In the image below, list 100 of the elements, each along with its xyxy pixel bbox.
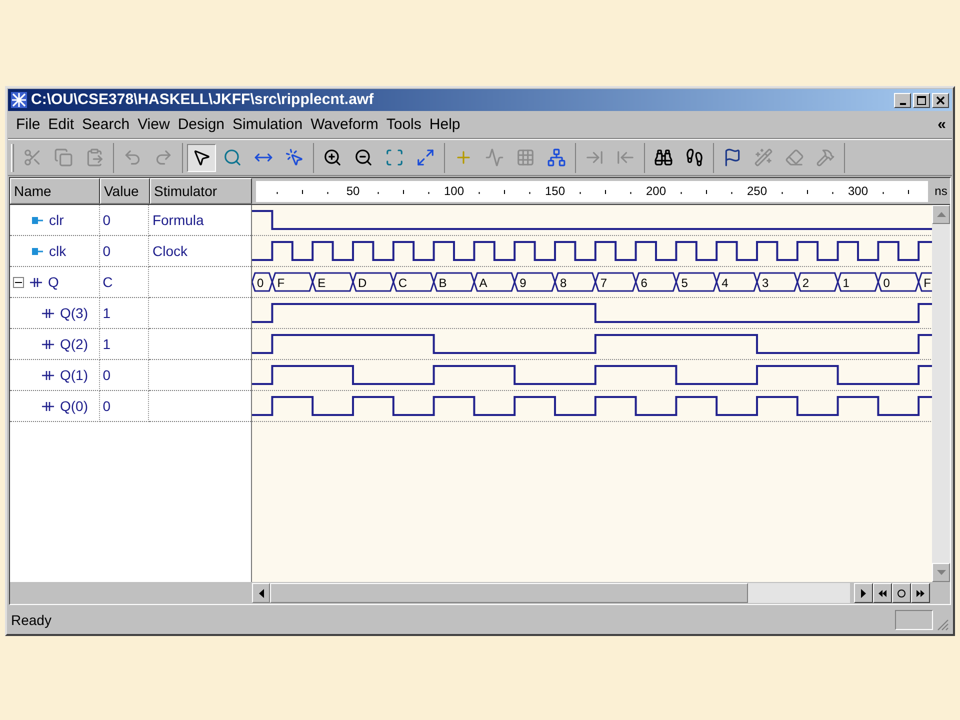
close-button[interactable] (932, 92, 949, 108)
bus-segment: C (392, 272, 435, 292)
bus-segment: 1 (837, 272, 879, 292)
wand-icon (754, 148, 773, 167)
ruler-label: 50 (346, 184, 360, 198)
copy-icon (54, 148, 73, 167)
scroll-nav-button[interactable] (873, 583, 892, 603)
grid-icon (516, 148, 535, 167)
menu-item[interactable]: Edit (44, 114, 78, 137)
menu-item[interactable]: Simulation (228, 114, 307, 137)
signal-port-icon (42, 308, 54, 318)
column-header[interactable]: Name (10, 178, 100, 204)
signal-value: 1 (102, 304, 111, 322)
scroll-nav-button[interactable] (911, 583, 930, 603)
signal-name: Q(1) (60, 366, 88, 385)
arrow-to-line-icon (585, 148, 604, 167)
menu-item[interactable]: Tools (382, 114, 426, 137)
rewind-icon (878, 588, 887, 598)
signal-name: Q (48, 272, 59, 292)
column-header[interactable]: Stimulator (150, 178, 252, 204)
signal-value: C (102, 272, 113, 292)
signal-name: Q(2) (60, 334, 88, 354)
ruler-label: 250 (746, 184, 768, 198)
bus-segment: 5 (675, 272, 718, 292)
signal-port-icon (30, 278, 42, 286)
ruler-label: 150 (544, 184, 566, 198)
close-icon (936, 96, 945, 104)
maximize-button[interactable] (913, 92, 930, 108)
ruler-label: 300 (848, 184, 868, 198)
minimize-button[interactable] (894, 92, 911, 108)
vertical-scrollbar[interactable] (932, 205, 950, 582)
menu-collapse-button[interactable]: « (938, 114, 946, 137)
ruler-label: 200 (646, 184, 666, 198)
up-arrow-icon (936, 212, 946, 217)
bus-segment: 0 (877, 272, 920, 292)
scrollbar-thumb[interactable] (270, 583, 748, 603)
scroll-nav-button[interactable] (854, 583, 873, 603)
bus-segment: 2 (796, 272, 839, 292)
menu-item[interactable]: Search (78, 114, 134, 137)
app-icon (11, 92, 27, 108)
signal-value: 1 (102, 334, 111, 354)
right-arrow-icon (859, 588, 868, 598)
minimize-icon (900, 102, 906, 104)
signal-port-icon (42, 402, 54, 410)
down-arrow-icon (936, 570, 946, 575)
signal-name: Q(3) (60, 304, 88, 323)
bus-segment: D (352, 272, 394, 292)
bus-segment: 4 (716, 272, 758, 292)
bus-segment: 6 (635, 272, 677, 292)
cursor-click-icon (285, 148, 304, 167)
footprints-icon (685, 148, 704, 167)
menu-item[interactable]: Waveform (306, 114, 382, 137)
redo-icon (154, 148, 173, 167)
menu-item[interactable]: Help (425, 114, 464, 137)
menu-item[interactable]: File (12, 114, 44, 137)
window-title: C:\OU\CSE378\HASKELL\JKFF\src\ripplecnt.awf (31, 90, 374, 110)
signal-name: Q(0) (60, 396, 88, 416)
bus-segment: F (918, 272, 932, 292)
signal-value: 0 (102, 210, 110, 230)
stimulator-type: Clock (152, 242, 188, 260)
fast-forward-icon (916, 588, 925, 598)
zoom-in-icon (323, 148, 342, 167)
scissors-icon (23, 148, 42, 167)
circle-icon (897, 588, 906, 598)
ruler-label: 100 (444, 184, 464, 198)
menu-item[interactable]: View (134, 114, 174, 137)
stimulator-type: Formula (152, 210, 204, 230)
signal-name: clr (49, 210, 64, 230)
signal-port-icon (42, 370, 54, 380)
bus-segment: 7 (594, 272, 637, 292)
undo-icon (123, 148, 142, 167)
left-arrow-icon (258, 588, 264, 598)
pointer-icon (192, 148, 211, 167)
bus-segment: 3 (756, 272, 798, 292)
toolbar-button[interactable] (187, 144, 216, 172)
flag-icon (723, 148, 742, 167)
time-unit: ns (934, 183, 948, 200)
resize-grip-icon (937, 619, 949, 631)
bus-segment: E (312, 272, 354, 292)
status-text: Ready (11, 610, 52, 630)
scan-icon (385, 148, 404, 167)
signal-name: clk (49, 242, 66, 260)
zoom-out-icon (354, 148, 373, 167)
expand-icon (416, 148, 435, 167)
search-icon (223, 148, 242, 167)
collapse-toggle[interactable] (13, 276, 24, 288)
signal-port-icon (42, 340, 54, 348)
bus-segment: 0 (252, 272, 273, 292)
menu-item[interactable]: Design (174, 114, 229, 137)
column-header[interactable]: Value (100, 178, 150, 204)
arrow-to-line-icon (616, 148, 635, 167)
scroll-nav-button[interactable] (892, 583, 911, 603)
horizontal-scrollbar[interactable] (252, 583, 850, 603)
bus-segment: A (473, 272, 516, 292)
status-panel (895, 610, 933, 630)
bus-segment: 9 (514, 272, 556, 292)
maximize-icon (917, 96, 926, 104)
input-port-icon (32, 248, 43, 254)
hammer-icon (816, 148, 835, 167)
bus-segment: B (433, 272, 475, 292)
